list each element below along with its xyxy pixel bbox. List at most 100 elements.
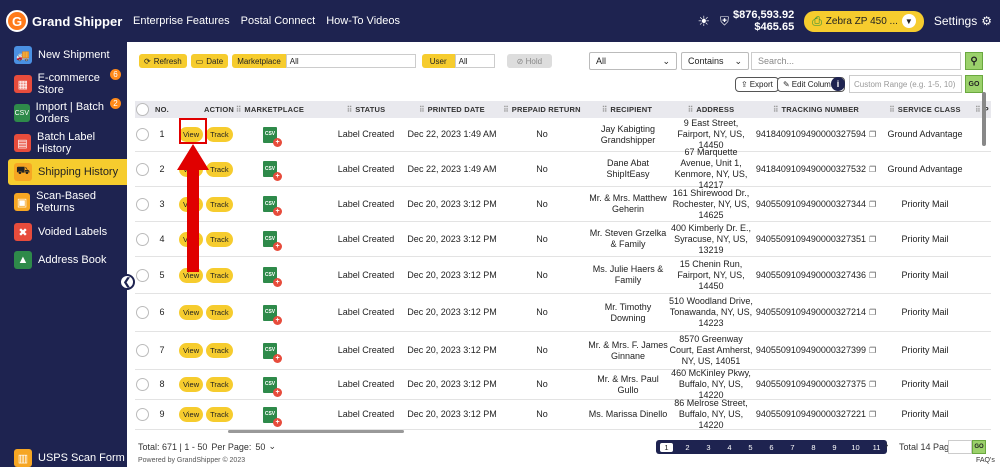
table-row[interactable]: 1 View Track CSV + Label Created Dec 22, 2023 … bbox=[135, 118, 991, 152]
copy-icon[interactable]: ❐ bbox=[869, 129, 876, 140]
table-row[interactable]: 5 View Track CSV + Label Created Dec 20, 2023 … bbox=[135, 257, 991, 294]
sidebar-item-scan-based-returns[interactable]: ▣ Scan-Based Returns bbox=[0, 189, 127, 215]
drag-handle-icon[interactable]: ⠿ bbox=[347, 105, 352, 114]
column-header-service-class[interactable]: ⠿ SERVICE CLASS bbox=[877, 101, 973, 118]
marketplace-select[interactable]: All bbox=[285, 54, 416, 68]
tracking-number[interactable]: 9405509109490000327351 bbox=[756, 234, 866, 245]
track-button[interactable]: Track bbox=[206, 377, 233, 392]
drag-handle-icon[interactable]: ⠿ bbox=[773, 105, 778, 114]
checkbox[interactable] bbox=[135, 197, 149, 211]
nav-postal-connect[interactable]: Postal Connect bbox=[241, 15, 316, 27]
theme-toggle-icon[interactable]: ☀ bbox=[697, 13, 710, 30]
checkbox[interactable] bbox=[135, 344, 149, 357]
drag-handle-icon[interactable]: ⠿ bbox=[503, 105, 508, 114]
table-row[interactable]: 3ViewTrackCSV+Label CreatedDec 20, 2023 … bbox=[135, 187, 991, 222]
page-button[interactable]: 4 bbox=[719, 443, 740, 452]
search-input[interactable]: Search... bbox=[751, 52, 961, 70]
track-button[interactable]: Track bbox=[206, 267, 233, 283]
checkbox[interactable] bbox=[135, 162, 149, 176]
column-header-printed-date[interactable]: ⠿ PRINTED DATE bbox=[403, 101, 501, 118]
view-button[interactable]: View bbox=[179, 305, 204, 320]
printer-select[interactable]: ⎙ Zebra ZP 450 ... ▼ bbox=[804, 10, 924, 32]
category-select[interactable]: All ⌄ bbox=[589, 52, 677, 70]
column-header-prepaid-return[interactable]: ⠿ PREPAID RETURN bbox=[497, 101, 587, 118]
sidebar-item-shipping-history[interactable]: ⛟ Shipping History bbox=[8, 159, 127, 185]
drag-handle-icon[interactable]: ⠿ bbox=[419, 105, 424, 114]
column-header-tracking-number[interactable]: ⠿ TRACKING NUMBER bbox=[755, 101, 877, 118]
column-header-no[interactable]: NO. bbox=[149, 101, 175, 118]
view-button[interactable]: View bbox=[179, 343, 204, 358]
tracking-number[interactable]: 9418409109490000327594 bbox=[756, 129, 866, 140]
sidebar-item-usps-scan-form[interactable]: ▥ USPS Scan Form bbox=[0, 445, 127, 467]
checkbox[interactable] bbox=[135, 408, 149, 421]
user-select[interactable]: All bbox=[454, 54, 495, 68]
page-button[interactable]: 2 bbox=[677, 443, 698, 452]
logo[interactable]: G Grand Shipper bbox=[0, 0, 127, 42]
next-page-icon[interactable]: › bbox=[885, 440, 888, 451]
table-row[interactable]: 6 View Track CSV + Label Created Dec 20, 2023 … bbox=[135, 294, 991, 332]
page-button[interactable]: 5 bbox=[740, 443, 761, 452]
checkbox[interactable] bbox=[135, 268, 149, 282]
track-button[interactable]: Track bbox=[206, 196, 233, 212]
column-header-status[interactable]: ⠿ STATUS bbox=[322, 101, 410, 118]
copy-icon[interactable]: ❐ bbox=[869, 199, 876, 210]
copy-icon[interactable]: ❐ bbox=[869, 409, 876, 420]
view-button[interactable]: View bbox=[179, 377, 204, 392]
balance[interactable]: ⛨ $876,593.92 $465.65 bbox=[720, 9, 794, 33]
range-go-button[interactable]: GO bbox=[965, 75, 983, 93]
tracking-number[interactable]: 9405509109490000327344 bbox=[756, 199, 866, 210]
checkbox[interactable] bbox=[135, 128, 149, 141]
info-icon[interactable]: i bbox=[831, 77, 845, 91]
select-all-checkbox[interactable] bbox=[135, 101, 149, 118]
page-button[interactable]: 9 bbox=[824, 443, 845, 452]
user-filter[interactable]: User All bbox=[421, 54, 495, 68]
page-button[interactable]: 11 bbox=[866, 443, 887, 452]
refresh-button[interactable]: ⟳ Refresh bbox=[139, 54, 187, 68]
sidebar-item-import-batch-orders[interactable]: CSV Import | Batch Orders 2 bbox=[0, 98, 127, 126]
column-header-marketplace[interactable]: ⠿ MARKETPLACE bbox=[235, 101, 305, 118]
search-button[interactable]: ⚲ bbox=[965, 52, 983, 70]
copy-icon[interactable]: ❐ bbox=[869, 379, 876, 390]
track-button[interactable]: Track bbox=[206, 407, 233, 422]
column-header-address[interactable]: ⠿ ADDRESS bbox=[667, 101, 755, 118]
page-button[interactable]: 3 bbox=[698, 443, 719, 452]
page-button[interactable]: 8 bbox=[803, 443, 824, 452]
table-row[interactable]: 8 View Track CSV + Label Created Dec 20, 2023 … bbox=[135, 368, 991, 400]
sidebar-item-batch-label-history[interactable]: ▤ Batch Label History bbox=[0, 130, 127, 156]
page-button[interactable]: 7 bbox=[782, 443, 803, 452]
marketplace-filter[interactable]: Marketplace All bbox=[232, 54, 416, 68]
page-button[interactable]: 10 bbox=[845, 443, 866, 452]
hold-button[interactable]: ⊘ Hold bbox=[506, 54, 553, 68]
track-button[interactable]: Track bbox=[206, 305, 233, 320]
faq-link[interactable]: FAQ's bbox=[976, 457, 995, 464]
table-row[interactable]: 2ViewTrackCSV+Label CreatedDec 22, 2023 … bbox=[135, 147, 991, 190]
sidebar-item-new-shipment[interactable]: 🚚 New Shipment bbox=[0, 42, 127, 68]
page-jump-go-button[interactable]: GO bbox=[972, 440, 986, 454]
page-jump-input[interactable] bbox=[948, 440, 972, 454]
checkbox[interactable] bbox=[135, 232, 149, 246]
table-row[interactable]: 9 View Track CSV + Label Created Dec 20, 2023 … bbox=[135, 398, 991, 430]
table-row[interactable]: 4ViewTrackCSV+Label CreatedDec 20, 2023 … bbox=[135, 222, 991, 257]
drag-handle-icon[interactable]: ⠿ bbox=[688, 105, 693, 114]
checkbox[interactable] bbox=[135, 306, 149, 319]
copy-icon[interactable]: ❐ bbox=[869, 234, 876, 245]
export-button[interactable]: ⇪ Export bbox=[735, 77, 779, 92]
column-header-recipient[interactable]: ⠿ RECIPIENT bbox=[583, 101, 671, 118]
checkbox[interactable] bbox=[135, 378, 149, 391]
settings-button[interactable]: Settings ⚙ bbox=[934, 14, 992, 28]
per-page-select[interactable]: 50 ⌄ bbox=[255, 441, 276, 452]
track-button[interactable]: Track bbox=[206, 127, 233, 142]
view-button[interactable]: View bbox=[179, 127, 204, 142]
tracking-number[interactable]: 9418409109490000327532 bbox=[756, 164, 866, 175]
tracking-number[interactable]: 9405509109490000327399 bbox=[756, 345, 866, 356]
drag-handle-icon[interactable]: ⠿ bbox=[236, 105, 241, 114]
tracking-number[interactable]: 9405509109490000327214 bbox=[756, 307, 866, 318]
page-button[interactable]: 6 bbox=[761, 443, 782, 452]
view-button[interactable]: View bbox=[179, 407, 204, 422]
sidebar-item-voided-labels[interactable]: ✖ Voided Labels bbox=[0, 219, 127, 245]
copy-icon[interactable]: ❐ bbox=[869, 307, 876, 318]
match-select[interactable]: Contains ⌄ bbox=[681, 52, 749, 70]
tracking-number[interactable]: 9405509109490000327375 bbox=[756, 379, 866, 390]
date-button[interactable]: ▭ Date bbox=[190, 54, 229, 68]
custom-range-input[interactable]: Custom Range (e.g. 1-5, 10) bbox=[849, 75, 962, 93]
